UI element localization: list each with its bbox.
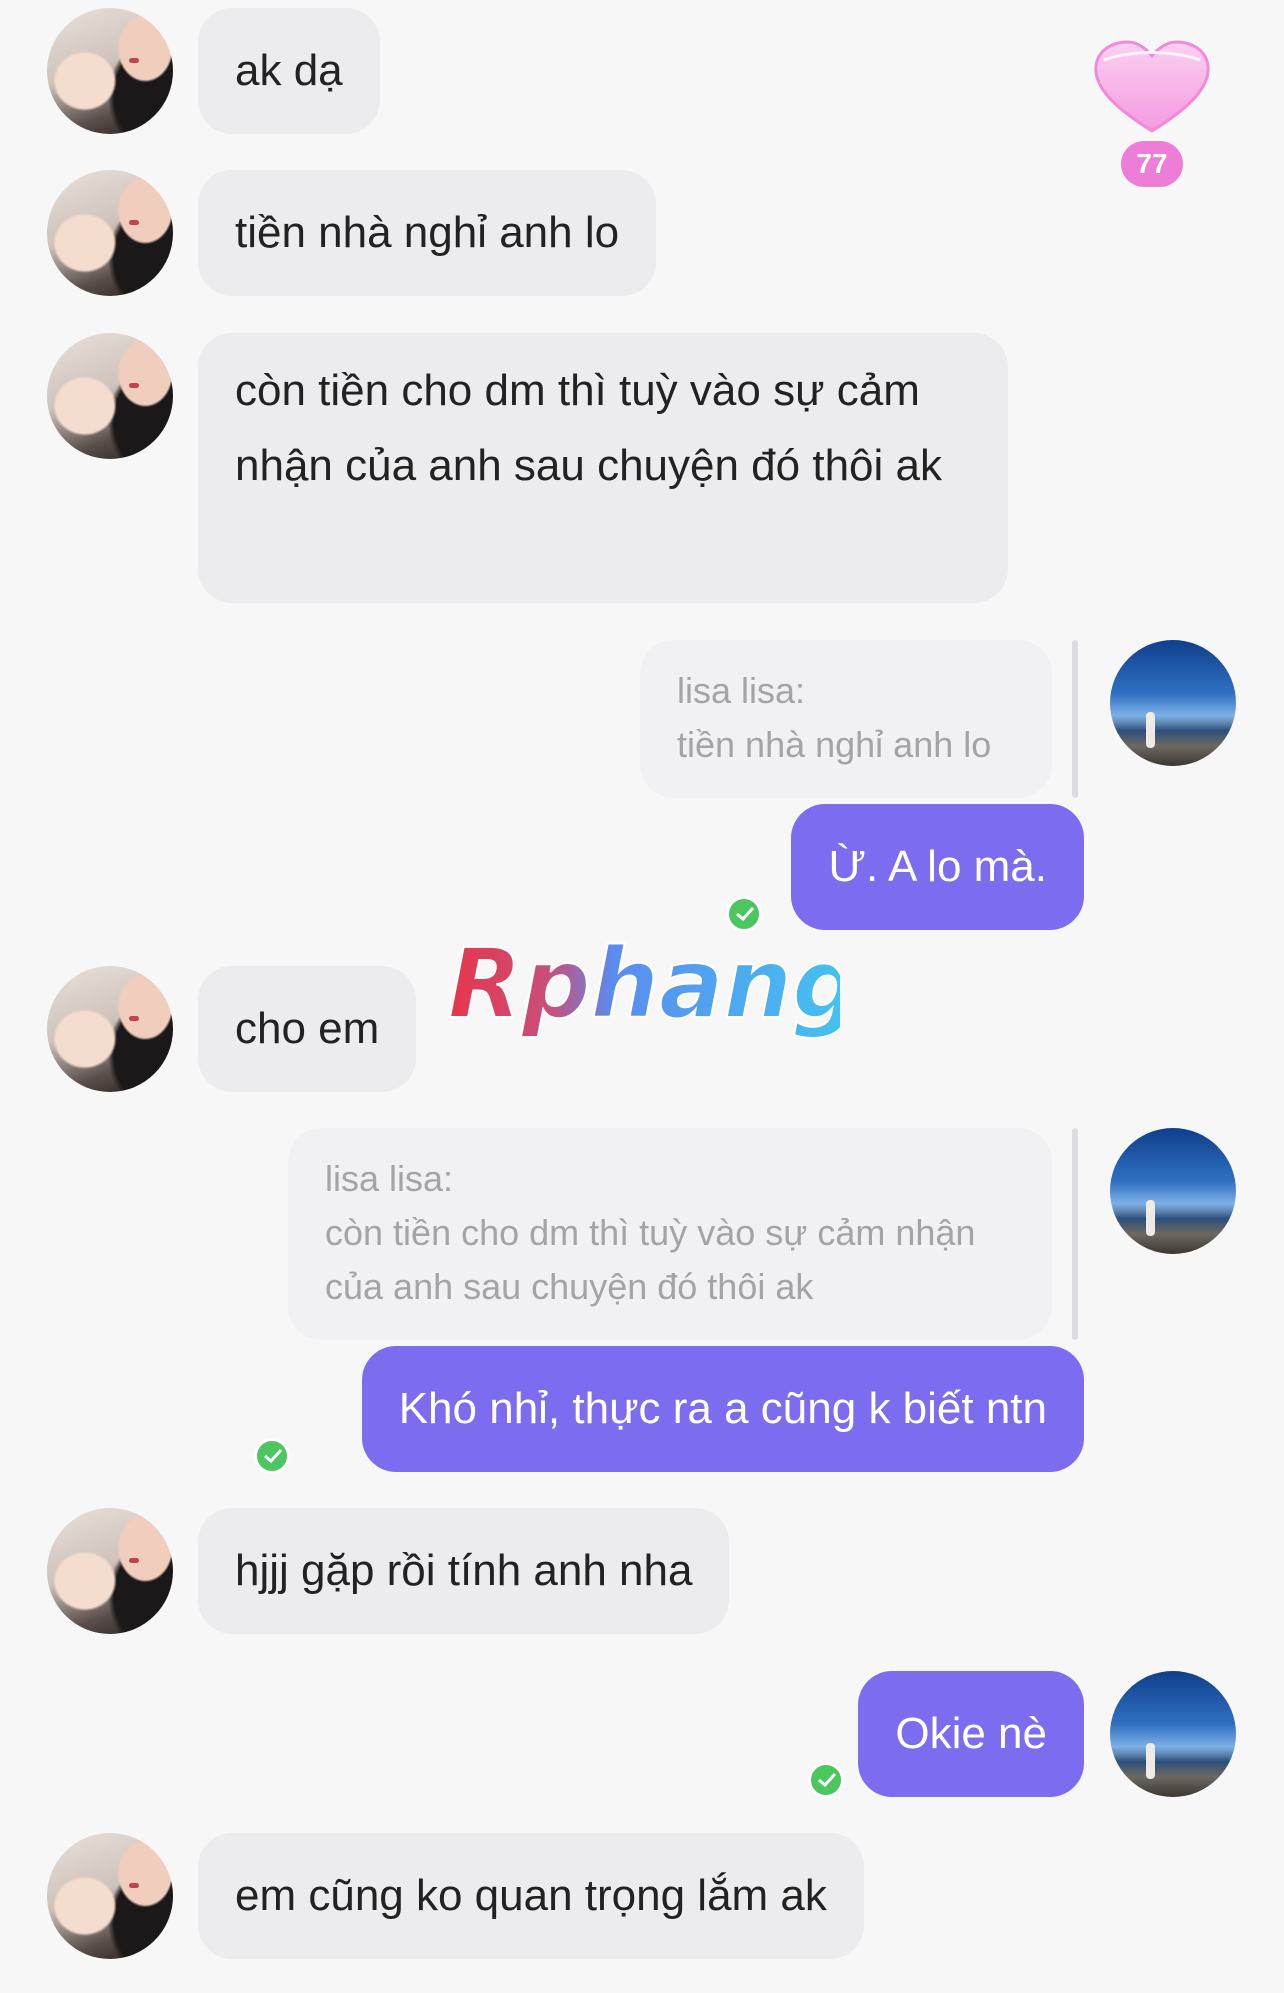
my-avatar[interactable] [1110, 1128, 1236, 1254]
sent-check-icon [808, 1762, 844, 1798]
quoted-message[interactable]: lisa lisa: tiền nhà nghỉ anh lo [640, 640, 1052, 798]
message-text: hjjj gặp rồi tính anh nha [235, 1546, 693, 1595]
sent-check-icon [254, 1438, 290, 1474]
message-text: cho em [235, 1004, 380, 1053]
quote-divider [1072, 1128, 1078, 1340]
contact-avatar[interactable] [47, 1833, 173, 1959]
my-avatar[interactable] [1110, 1671, 1236, 1797]
sent-check-icon [726, 896, 762, 932]
outgoing-message-bubble[interactable]: Khó nhỉ, thực ra a cũng k biết ntn [361, 1346, 1084, 1472]
watermark-logo: Rphang [447, 927, 862, 1047]
heart-count-badge: 77 [1121, 141, 1183, 187]
contact-avatar[interactable] [47, 8, 173, 134]
incoming-message-bubble[interactable]: ak dạ [198, 8, 380, 134]
contact-avatar[interactable] [47, 1508, 173, 1634]
outgoing-message-bubble[interactable]: Ừ. A lo mà. [791, 804, 1084, 930]
contact-avatar[interactable] [47, 333, 173, 459]
message-text: ak dạ [235, 46, 343, 95]
incoming-message-bubble[interactable]: em cũng ko quan trọng lắm ak [198, 1833, 864, 1959]
quoted-message[interactable]: lisa lisa: còn tiền cho dm thì tuỳ vào s… [288, 1128, 1052, 1340]
contact-avatar[interactable] [47, 170, 173, 296]
quote-text: tiền nhà nghỉ anh lo [677, 724, 992, 765]
incoming-message-bubble[interactable]: cho em [198, 966, 417, 1092]
message-text: em cũng ko quan trọng lắm ak [235, 1871, 827, 1920]
outgoing-message-bubble[interactable]: Okie nè [858, 1671, 1084, 1797]
message-text: còn tiền cho dm thì tuỳ vào sự cảm nhận … [235, 366, 942, 490]
incoming-message-bubble[interactable]: tiền nhà nghỉ anh lo [198, 170, 657, 296]
quote-text: còn tiền cho dm thì tuỳ vào sự cảm nhận … [325, 1212, 976, 1307]
quote-divider [1072, 640, 1078, 798]
message-text: Ừ. A lo mà. [828, 842, 1047, 891]
message-text: Khó nhỉ, thực ra a cũng k biết ntn [398, 1384, 1047, 1433]
svg-text:Rphang: Rphang [448, 935, 840, 1040]
quote-sender: lisa lisa: [325, 1158, 454, 1199]
message-text: Okie nè [895, 1709, 1047, 1758]
my-avatar[interactable] [1110, 640, 1236, 766]
incoming-message-bubble[interactable]: hjjj gặp rồi tính anh nha [198, 1508, 730, 1634]
message-text: tiền nhà nghỉ anh lo [235, 208, 620, 257]
incoming-message-bubble[interactable]: còn tiền cho dm thì tuỳ vào sự cảm nhận … [198, 333, 1008, 603]
quote-sender: lisa lisa: [677, 670, 806, 711]
contact-avatar[interactable] [47, 966, 173, 1092]
